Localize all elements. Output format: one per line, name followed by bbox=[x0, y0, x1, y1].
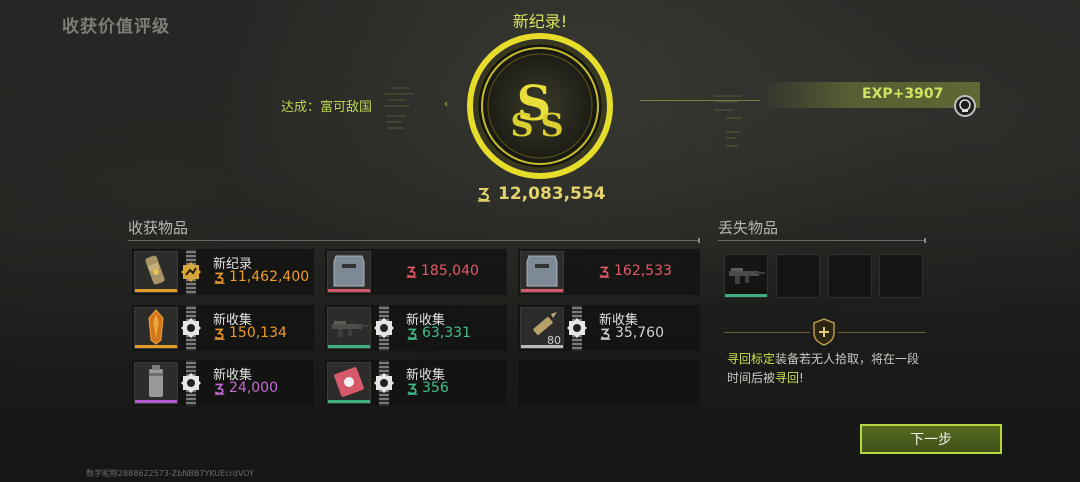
item-value-number: 162,533 bbox=[614, 263, 672, 279]
harvest-section-title: 收获物品 bbox=[128, 219, 189, 237]
harvest-item[interactable]: 185,040 bbox=[325, 249, 507, 295]
lost-item-slot-empty bbox=[776, 254, 820, 298]
armor-plate-icon bbox=[327, 251, 371, 293]
item-value: 185,040 bbox=[405, 263, 479, 279]
svg-text:S: S bbox=[510, 106, 533, 144]
exp-gain-label: EXP+3907 bbox=[862, 86, 944, 102]
new-collect-badge-icon bbox=[373, 317, 395, 339]
new-record-label: 新纪录! bbox=[512, 12, 568, 31]
achievement-label: 达成：富可敌国 bbox=[281, 100, 373, 115]
retrieve-shield-icon bbox=[812, 318, 836, 346]
new-collect-badge-icon bbox=[180, 372, 202, 394]
harvest-item[interactable]: 新收集 356 bbox=[325, 360, 507, 406]
rarity-bar bbox=[725, 294, 767, 297]
rarity-bar bbox=[328, 289, 370, 292]
retrieve-divider-left bbox=[724, 332, 810, 333]
rarity-bar bbox=[135, 289, 177, 292]
new-collect-badge-icon bbox=[180, 317, 202, 339]
item-value: 356 bbox=[406, 380, 449, 396]
amber-crystal-icon bbox=[134, 307, 178, 349]
lost-item-slot-empty bbox=[828, 254, 872, 298]
new-collect-badge-icon bbox=[566, 317, 588, 339]
harvest-item[interactable]: 新收集 24,000 bbox=[132, 360, 314, 406]
harvest-item[interactable]: 新纪录 11,462,400 bbox=[132, 249, 314, 295]
total-value: 12,083,554 bbox=[476, 184, 606, 204]
svg-text:S: S bbox=[540, 106, 563, 144]
item-value: 162,533 bbox=[598, 263, 672, 279]
currency-icon bbox=[478, 188, 490, 202]
retrieve-description: 寻回标定装备若无人拾取，将在一段时间后被寻回! bbox=[727, 350, 927, 388]
lost-item-slot-empty bbox=[879, 254, 923, 298]
record-badge-icon bbox=[180, 261, 202, 283]
page-title: 收获价值评级 bbox=[62, 17, 170, 37]
retrieve-keyword: 寻回标定 bbox=[727, 352, 776, 366]
item-value: 150,134 bbox=[213, 325, 287, 341]
retrieve-end-text: ! bbox=[799, 371, 804, 385]
armor-plate-icon bbox=[520, 251, 564, 293]
rarity-bar bbox=[328, 345, 370, 348]
retrieve-divider-right bbox=[838, 332, 926, 333]
retrieve-word: 寻回 bbox=[775, 371, 800, 385]
lost-item-slot[interactable] bbox=[724, 254, 768, 298]
item-value-number: 63,331 bbox=[422, 325, 471, 341]
harvest-item[interactable]: 新收集 150,134 bbox=[132, 305, 314, 351]
item-value-number: 150,134 bbox=[229, 325, 287, 341]
item-value-number: 185,040 bbox=[421, 263, 479, 279]
chevron-left-icon: ‹ bbox=[444, 97, 449, 110]
harvest-item-empty bbox=[518, 360, 700, 406]
item-value-number: 24,000 bbox=[229, 380, 278, 396]
sss-rank-medal-icon: S S S bbox=[466, 32, 614, 180]
harvest-item[interactable]: 80 新收集 35,760 bbox=[518, 305, 700, 351]
rarity-bar bbox=[521, 289, 563, 292]
harvest-section-divider bbox=[128, 238, 700, 243]
smoke-grenade-icon bbox=[134, 362, 178, 404]
rarity-bar bbox=[135, 400, 177, 403]
grenade-canister-icon bbox=[134, 251, 178, 293]
player-id-watermark: 数字昵称2888622573-ZbNBB7YKUEcrdVOY bbox=[86, 469, 254, 478]
harvest-item[interactable]: 新收集 63,331 bbox=[325, 305, 507, 351]
total-value-number: 12,083,554 bbox=[498, 184, 606, 204]
rarity-bar bbox=[135, 345, 177, 348]
card-icon bbox=[327, 362, 371, 404]
rarity-bar bbox=[328, 400, 370, 403]
next-step-button[interactable]: 下一步 bbox=[860, 424, 1002, 454]
item-value: 63,331 bbox=[406, 325, 471, 341]
rifle-icon bbox=[327, 307, 371, 349]
item-value-number: 356 bbox=[422, 380, 449, 396]
item-value-number: 35,760 bbox=[615, 325, 664, 341]
item-value-number: 11,462,400 bbox=[229, 269, 310, 285]
harvest-item[interactable]: 162,533 bbox=[518, 249, 700, 295]
lost-section-title: 丢失物品 bbox=[718, 219, 779, 237]
item-value: 11,462,400 bbox=[213, 269, 309, 285]
item-value: 35,760 bbox=[599, 325, 664, 341]
hud-decoration-left bbox=[380, 82, 440, 142]
item-value: 24,000 bbox=[213, 380, 278, 396]
bullet-icon: 80 bbox=[520, 307, 564, 349]
player-head-icon[interactable] bbox=[954, 95, 976, 117]
stack-count: 80 bbox=[547, 334, 561, 347]
new-collect-badge-icon bbox=[373, 372, 395, 394]
lost-section-divider bbox=[718, 238, 926, 243]
